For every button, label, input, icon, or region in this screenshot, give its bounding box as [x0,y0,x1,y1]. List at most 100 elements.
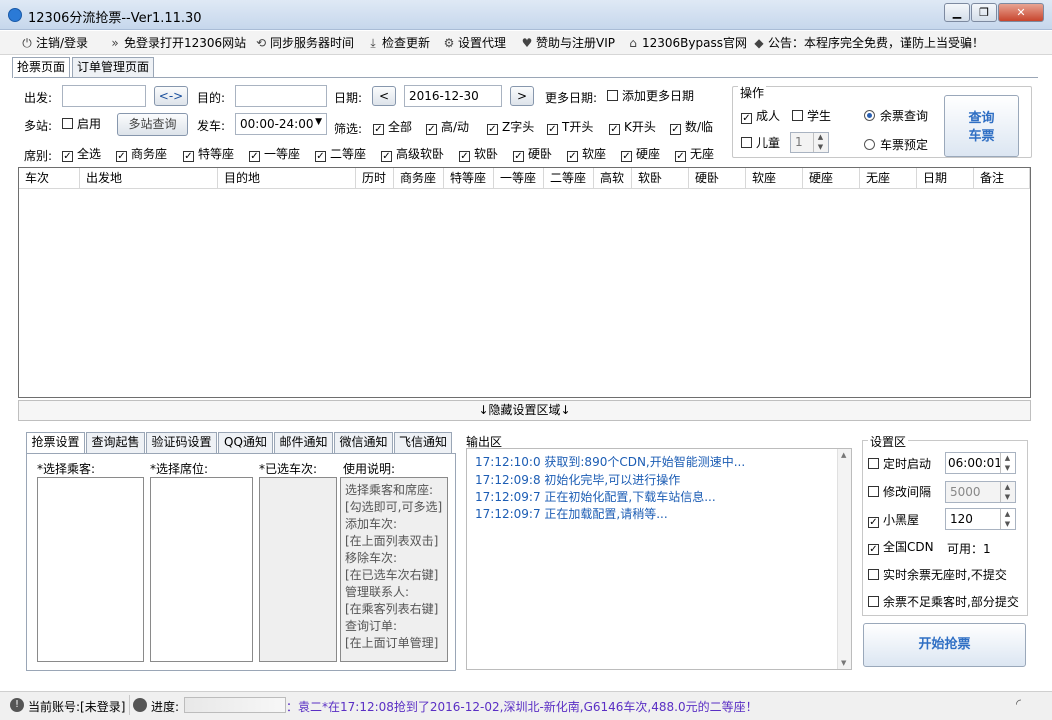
column-header[interactable]: 二等座 [544,168,594,189]
stepper-down-icon[interactable]: ▼ [1000,463,1014,473]
seat-hard-seat-checkbox[interactable]: ✓ 硬座 [621,147,660,162]
seat-deluxe-sleeper-checkbox[interactable]: ✓ 高级软卧 [381,147,444,162]
column-header[interactable]: 高软 [594,168,632,189]
filter-gd-checkbox[interactable]: ✓ 高/动 [426,120,469,135]
date-input[interactable]: 2016-12-30 [404,85,502,107]
from-input[interactable] [62,85,146,107]
seat-business-checkbox[interactable]: ✓ 商务座 [116,147,167,162]
column-header[interactable]: 软卧 [632,168,689,189]
column-header[interactable]: 软座 [746,168,803,189]
tab-grab-tickets[interactable]: 抢票页面 [12,57,70,78]
swap-stations-button[interactable]: <-> [154,86,188,106]
column-header[interactable]: 一等座 [494,168,544,189]
filter-z-checkbox[interactable]: ✓ Z字头 [487,120,534,135]
stepper-up-icon[interactable]: ▲ [1000,453,1014,463]
scroll-down-icon[interactable]: ▼ [841,659,846,667]
output-log[interactable]: 17:12:10:0 获取到:890个CDN,开始智能测速中... 17:12:… [466,448,852,670]
tab-fetion-notify[interactable]: 飞信通知 [394,432,452,453]
filter-k-checkbox[interactable]: ✓ K开头 [609,120,656,135]
seat-select-all-checkbox[interactable]: ✓ 全选 [62,147,101,162]
add-more-dates-checkbox[interactable]: 添加更多日期 [607,89,694,103]
passenger-list[interactable] [37,477,144,662]
hide-settings-toggle[interactable]: ↓隐藏设置区域↓ [18,400,1031,421]
stepper-down-icon[interactable]: ▼ [1000,519,1014,529]
stepper-up-icon[interactable]: ▲ [1000,509,1014,519]
power-icon: ⏻ [22,36,32,50]
depart-time-select[interactable]: 00:00-24:00 ▼ [235,113,327,135]
seat-first-class-checkbox[interactable]: ✓ 一等座 [249,147,300,162]
tab-order-management[interactable]: 订单管理页面 [72,57,154,77]
check-update-button[interactable]: ⤓ 检查更新 [366,34,430,52]
minimize-button[interactable]: ▁ [944,3,970,22]
child-count-stepper[interactable]: 1 ▲ ▼ [790,132,829,153]
tab-qq-notify[interactable]: QQ通知 [218,432,273,453]
column-header[interactable]: 备注 [974,168,1030,189]
stepper-up-icon[interactable]: ▲ [1000,482,1014,492]
column-header[interactable]: 硬卧 [689,168,746,189]
to-input[interactable] [235,85,327,107]
checkmark-icon: ✓ [868,544,879,555]
filter-t-checkbox[interactable]: ✓ T开头 [547,120,593,135]
filter-temp-checkbox[interactable]: ✓ 数/临 [670,120,713,135]
multi-station-query-button[interactable]: 多站查询 [117,113,188,136]
ticket-booking-radio[interactable]: 车票预定 [864,138,928,152]
train-results-table[interactable]: 车次 出发地 目的地 历时 商务座 特等座 一等座 二等座 高软 软卧 硬卧 软… [18,167,1031,398]
column-header[interactable]: 特等座 [444,168,494,189]
seat-soft-seat-checkbox[interactable]: ✓ 软座 [567,147,606,162]
close-button[interactable]: ✕ [998,3,1044,22]
tab-email-notify[interactable]: 邮件通知 [274,432,333,453]
column-header[interactable]: 历时 [356,168,394,189]
filter-all-checkbox[interactable]: ✓ 全部 [373,120,412,135]
column-header[interactable]: 日期 [917,168,974,189]
seat-second-class-checkbox[interactable]: ✓ 二等座 [315,147,366,162]
stepper-up-icon[interactable]: ▲ [813,133,827,142]
proxy-settings-button[interactable]: ⚙ 设置代理 [442,34,506,52]
seat-standing-checkbox[interactable]: ✓ 无座 [675,147,714,162]
seat-list[interactable] [150,477,253,662]
checkmark-icon: ✓ [609,124,620,135]
modify-interval-checkbox[interactable]: 修改间隔 [868,485,931,499]
selected-trains-list[interactable] [259,477,337,662]
column-header[interactable]: 出发地 [80,168,218,189]
notice-button[interactable]: ◆ 公告：本程序完全免费，谨防上当受骗！ [752,34,984,52]
timed-start-input[interactable]: 06:00:01 ▲ ▼ [945,452,1016,474]
official-site-button[interactable]: ⌂ 12306Bypass官网 [626,34,747,52]
stepper-down-icon[interactable]: ▼ [1000,492,1014,502]
column-header[interactable]: 硬座 [803,168,860,189]
seat-soft-sleeper-checkbox[interactable]: ✓ 软卧 [459,147,498,162]
query-tickets-button[interactable]: 查询 车票 [944,95,1019,157]
maximize-button[interactable]: ❐ [971,3,997,22]
column-header[interactable]: 目的地 [218,168,356,189]
scroll-up-icon[interactable]: ▲ [841,451,846,459]
blackroom-checkbox[interactable]: ✓ 小黑屋 [868,513,919,528]
seat-hard-sleeper-checkbox[interactable]: ✓ 硬卧 [513,147,552,162]
student-checkbox[interactable]: 学生 [792,109,831,123]
no-seat-no-submit-checkbox[interactable]: 实时余票无座时,不提交 [868,568,1007,582]
column-header[interactable]: 无座 [860,168,917,189]
sponsor-vip-button[interactable]: ♥ 赞助与注册VIP [520,34,615,52]
sync-time-button[interactable]: ⟲ 同步服务器时间 [254,34,354,52]
interval-input[interactable]: 5000 ▲ ▼ [945,481,1016,503]
seat-premium-checkbox[interactable]: ✓ 特等座 [183,147,234,162]
output-scrollbar[interactable]: ▲ ▼ [837,449,851,669]
blackroom-input[interactable]: 120 ▲ ▼ [945,508,1016,530]
tab-grab-settings[interactable]: 抢票设置 [26,432,85,453]
partial-submit-checkbox[interactable]: 余票不足乘客时,部分提交 [868,595,1019,609]
timed-start-checkbox[interactable]: 定时启动 [868,457,931,471]
date-next-button[interactable]: > [510,86,534,106]
national-cdn-checkbox[interactable]: ✓ 全国CDN [868,540,934,555]
tab-wechat-notify[interactable]: 微信通知 [334,432,393,453]
column-header[interactable]: 车次 [19,168,80,189]
open-12306-button[interactable]: » 免登录打开12306网站 [108,34,246,52]
start-grab-button[interactable]: 开始抢票 [863,623,1026,667]
tab-query-presale[interactable]: 查询起售 [86,432,145,453]
column-header[interactable]: 商务座 [394,168,444,189]
login-button[interactable]: ⏻ 注销/登录 [20,34,88,52]
tab-captcha-settings[interactable]: 验证码设置 [146,432,217,453]
adult-checkbox[interactable]: ✓ 成人 [741,109,780,124]
enable-multi-station-checkbox[interactable]: 启用 [62,117,101,131]
child-checkbox[interactable]: 儿童 [741,136,780,150]
stepper-down-icon[interactable]: ▼ [813,142,827,152]
date-prev-button[interactable]: < [372,86,396,106]
remaining-query-radio[interactable]: 余票查询 [864,109,928,123]
